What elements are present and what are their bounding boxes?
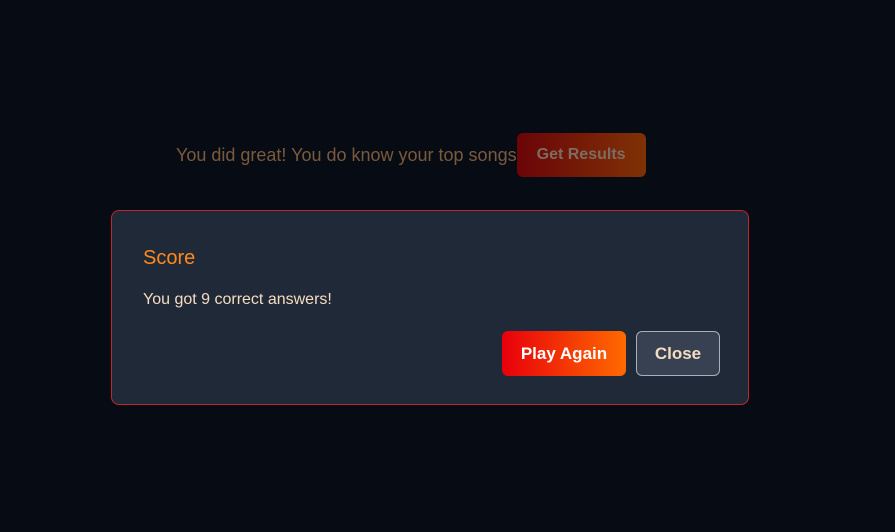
score-dialog: Score You got 9 correct answers! Play Ag… <box>111 210 749 405</box>
close-button[interactable]: Close <box>636 331 720 376</box>
score-message: You got 9 correct answers! <box>143 291 332 308</box>
get-results-button[interactable]: Get Results <box>516 133 646 177</box>
result-message: You did great! You do know your top song… <box>176 144 517 165</box>
play-again-button[interactable]: Play Again <box>502 331 626 376</box>
result-row: You did great! You do know your top song… <box>176 133 646 177</box>
dialog-title: Score <box>143 247 196 269</box>
